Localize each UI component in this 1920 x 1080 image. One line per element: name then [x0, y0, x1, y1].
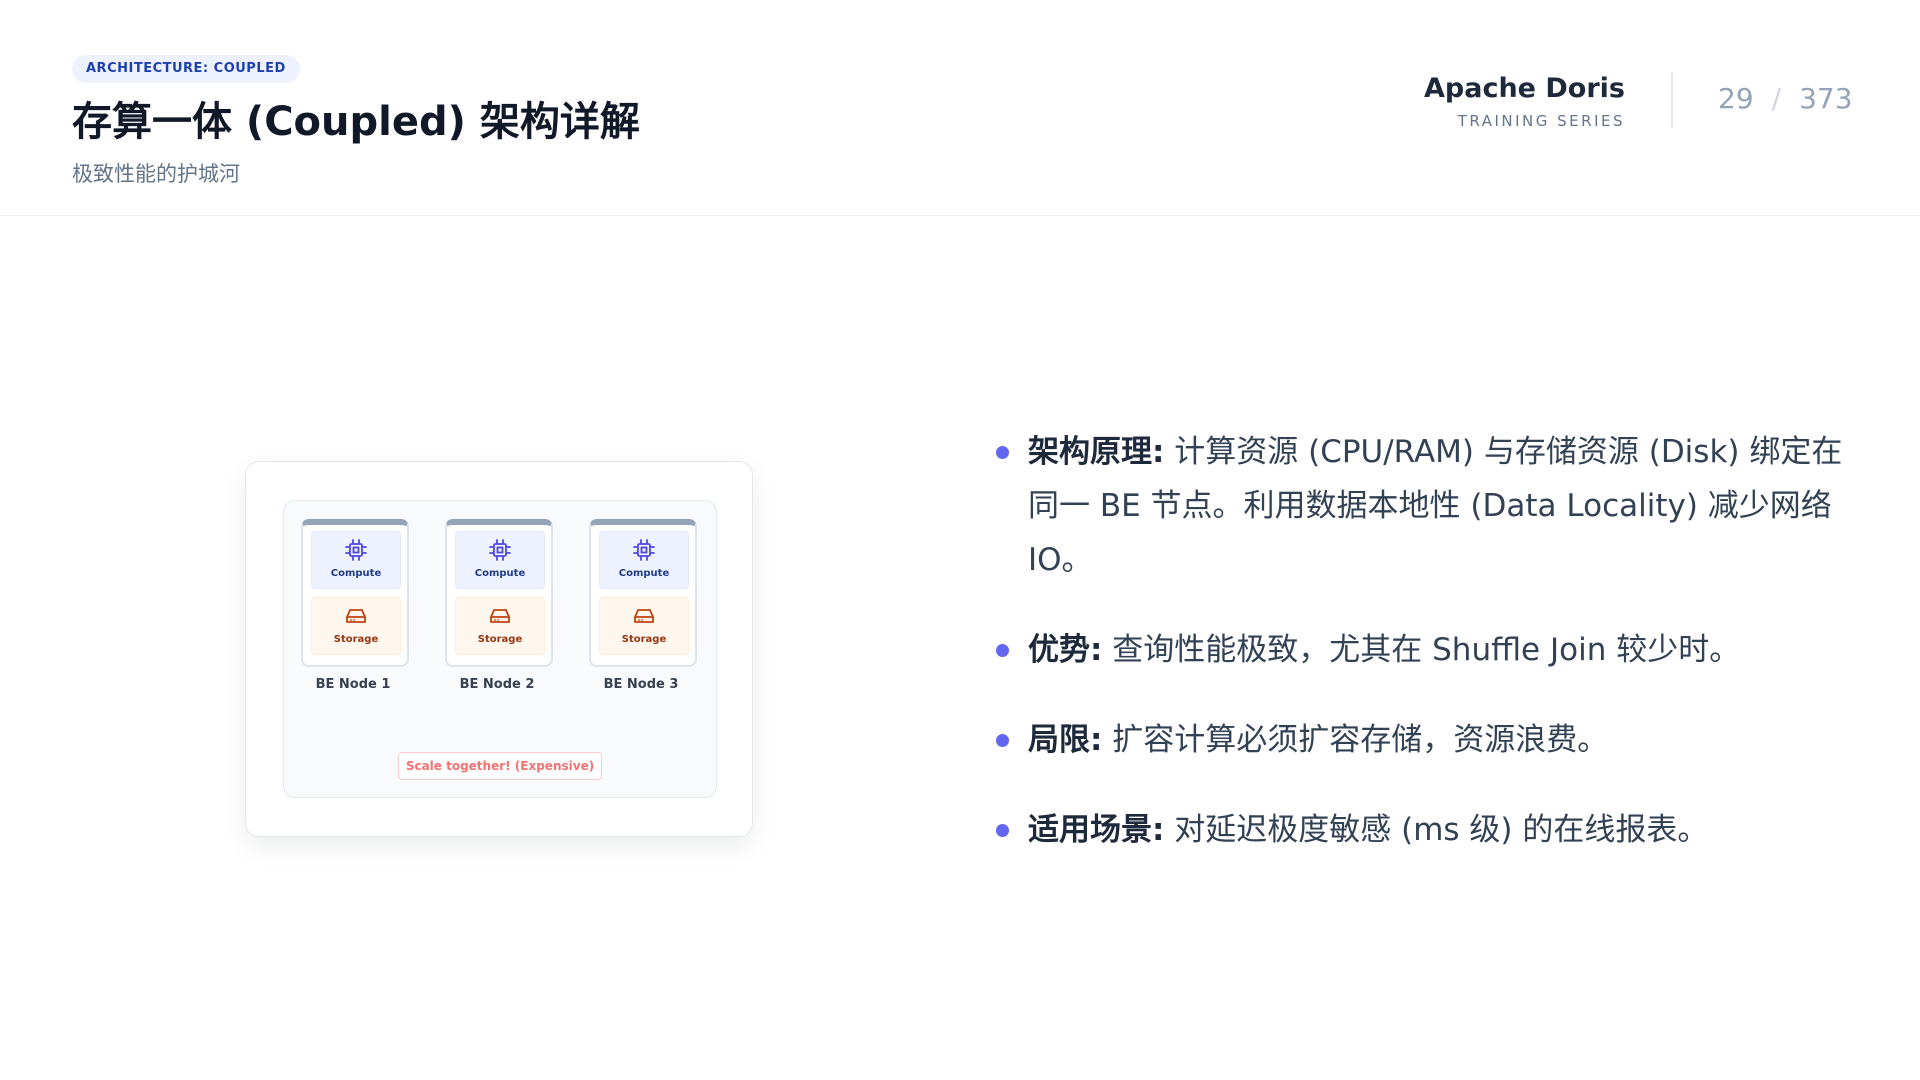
bullet-item: 优势: 查询性能极致，尤其在 Shuffle Join 较少时。	[990, 623, 1860, 677]
be-node-1: Compute Storage BE Node 1	[301, 519, 409, 692]
cpu-chip-icon	[633, 539, 655, 561]
cluster-container: Compute Storage BE Node 1 Compute Storag…	[283, 500, 717, 798]
bullet-label: 优势:	[1028, 632, 1103, 668]
bullet-dot-icon	[996, 824, 1009, 837]
bullet-item: 架构原理: 计算资源 (CPU/RAM) 与存储资源 (Disk) 绑定在同一 …	[990, 425, 1860, 587]
compute-cell: Compute	[311, 531, 401, 589]
storage-label: Storage	[477, 634, 523, 645]
hard-drive-icon	[634, 609, 654, 623]
bullet-dot-icon	[996, 734, 1009, 747]
slide-header: ARCHITECTURE: COUPLED 存算一体 (Coupled) 架构详…	[0, 0, 1920, 216]
node-box: Compute Storage	[445, 519, 553, 667]
page-separator: /	[1771, 82, 1782, 115]
bullet-item: 适用场景: 对延迟极度敏感 (ms 级) 的在线报表。	[990, 803, 1860, 857]
storage-cell: Storage	[455, 597, 545, 655]
bullet-label: 局限:	[1028, 722, 1103, 758]
be-node-2: Compute Storage BE Node 2	[445, 519, 553, 692]
diagram-card: Compute Storage BE Node 1 Compute Storag…	[245, 461, 753, 837]
node-box: Compute Storage	[301, 519, 409, 667]
node-box: Compute Storage	[589, 519, 697, 667]
cpu-chip-icon	[345, 539, 367, 561]
compute-label: Compute	[474, 568, 526, 579]
scale-warning-badge: Scale together! (Expensive)	[398, 752, 602, 780]
node-label: BE Node 2	[459, 677, 535, 692]
page-total: 373	[1799, 82, 1853, 115]
bullet-text: 对延迟极度敏感 (ms 级) 的在线报表。	[1164, 812, 1709, 848]
bullet-text: 扩容计算必须扩容存储，资源浪费。	[1102, 722, 1609, 758]
key-points-list: 架构原理: 计算资源 (CPU/RAM) 与存储资源 (Disk) 绑定在同一 …	[990, 425, 1860, 893]
header-divider	[1671, 72, 1673, 128]
page-title: 存算一体 (Coupled) 架构详解	[72, 99, 640, 145]
storage-cell: Storage	[311, 597, 401, 655]
brand-name: Apache Doris	[1424, 73, 1625, 104]
storage-label: Storage	[621, 634, 667, 645]
be-node-3: Compute Storage BE Node 3	[589, 519, 697, 692]
bullet-text: 查询性能极致，尤其在 Shuffle Join 较少时。	[1102, 632, 1741, 668]
page-current: 29	[1718, 82, 1754, 115]
compute-cell: Compute	[455, 531, 545, 589]
node-label: BE Node 3	[603, 677, 679, 692]
bullet-dot-icon	[996, 644, 1009, 657]
page-subtitle: 极致性能的护城河	[72, 162, 240, 186]
section-tag: ARCHITECTURE: COUPLED	[72, 55, 300, 83]
cpu-chip-icon	[489, 539, 511, 561]
storage-label: Storage	[333, 634, 379, 645]
bullet-label: 架构原理:	[1028, 434, 1165, 470]
brand-subtitle: TRAINING SERIES	[1457, 112, 1625, 130]
bullet-dot-icon	[996, 446, 1009, 459]
brand-block: Apache Doris TRAINING SERIES	[1424, 72, 1625, 130]
storage-cell: Storage	[599, 597, 689, 655]
hard-drive-icon	[490, 609, 510, 623]
compute-label: Compute	[618, 568, 670, 579]
page-counter: 29 / 373	[1718, 82, 1853, 115]
hard-drive-icon	[346, 609, 366, 623]
node-label: BE Node 1	[315, 677, 391, 692]
bullet-label: 适用场景:	[1028, 812, 1165, 848]
bullet-item: 局限: 扩容计算必须扩容存储，资源浪费。	[990, 713, 1860, 767]
compute-cell: Compute	[599, 531, 689, 589]
compute-label: Compute	[330, 568, 382, 579]
